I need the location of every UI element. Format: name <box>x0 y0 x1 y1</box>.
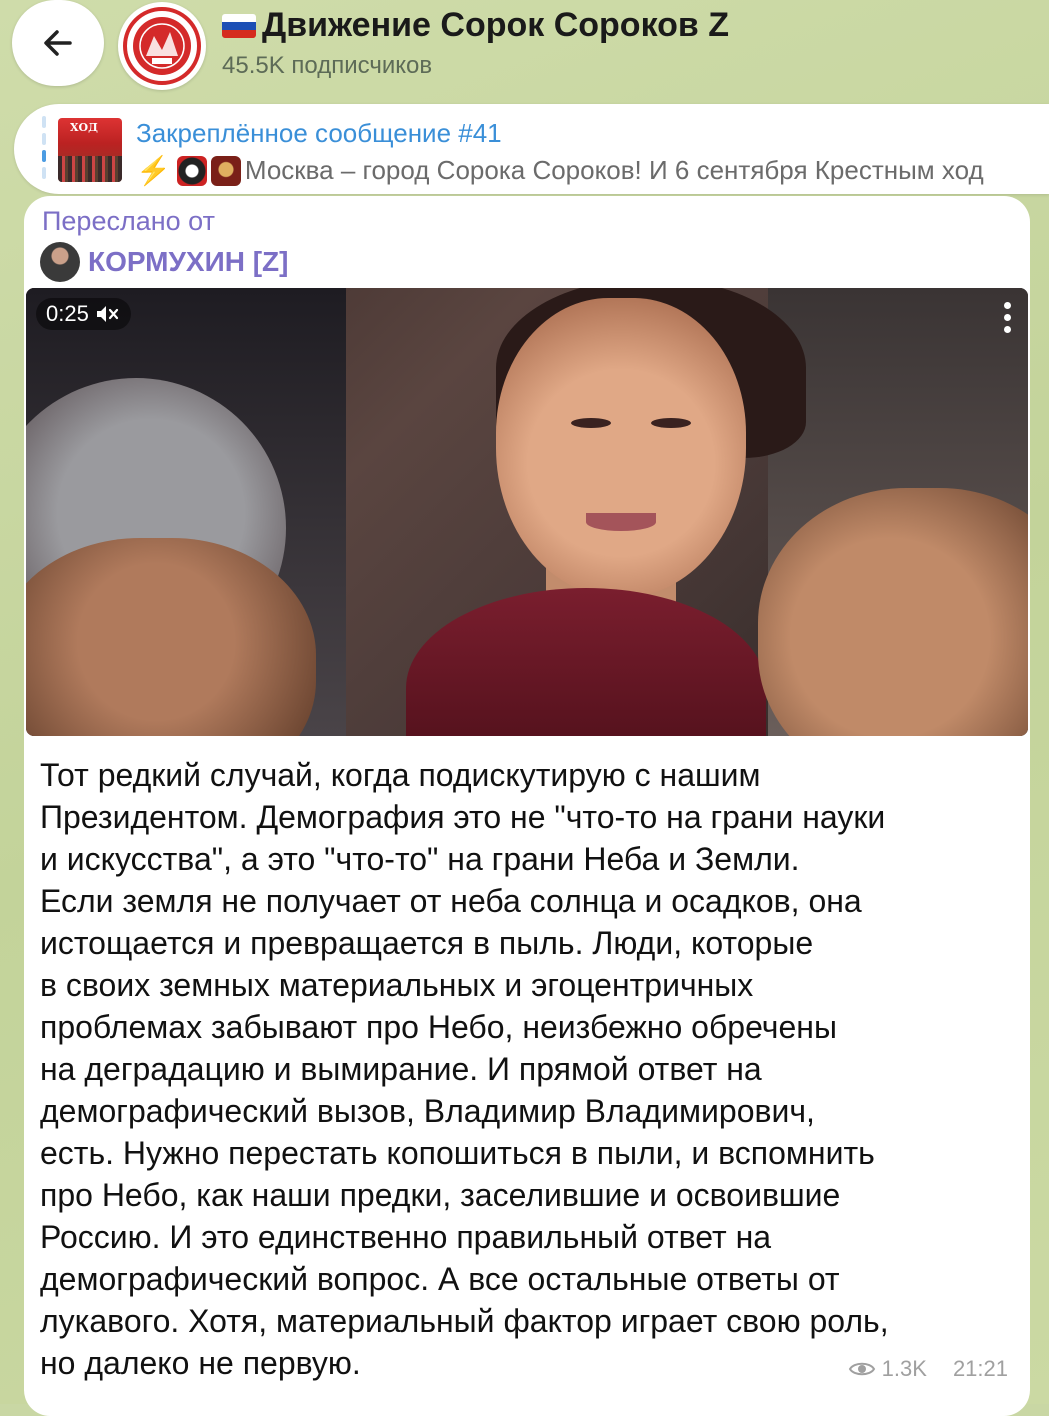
lightning-icon: ⚡ <box>136 155 171 186</box>
video-duration: 0:25 <box>46 301 89 326</box>
message-text: Тот редкий случай, когда подискутирую с … <box>40 754 1025 1384</box>
pinned-preview: ⚡ Москва – город Сорока Сороков! И 6 сен… <box>136 154 984 187</box>
message-line: Если земля не получает от неба солнца и … <box>40 883 862 919</box>
back-button[interactable] <box>12 0 104 86</box>
forwarded-source[interactable]: КОРМУХИН [Z] <box>40 242 288 282</box>
speaker-muted-icon <box>96 306 118 322</box>
message-line: и искусства", а это "что-то" на грани Не… <box>40 841 800 877</box>
russia-flag-icon <box>222 13 256 38</box>
pinned-title: Закреплённое сообщение #41 <box>136 118 502 148</box>
message-line: про Небо, как наши предки, заселившие и … <box>40 1177 841 1213</box>
forwarded-avatar <box>40 242 80 282</box>
message-bubble[interactable]: Переслано от КОРМУХИН [Z] 0:25 Тот редки… <box>24 196 1030 1416</box>
pinned-message-bar[interactable]: ХОД Закреплённое сообщение #41 ⚡ Москва … <box>14 104 1049 194</box>
message-line: проблемах забывают про Небо, неизбежно о… <box>40 1009 837 1045</box>
message-line: на деградацию и вымирание. И прямой отве… <box>40 1051 762 1087</box>
arrow-left-icon <box>44 30 72 56</box>
channel-logo-icon <box>123 7 201 85</box>
channel-name: Движение Сорок Сороков Z <box>262 6 730 44</box>
message-line: лукавого. Хотя, материальный фактор игра… <box>40 1303 889 1339</box>
pinned-thumbnail: ХОД <box>58 118 122 182</box>
video-duration-badge[interactable]: 0:25 <box>36 298 131 330</box>
message-line: демографический вызов, Владимир Владимир… <box>40 1093 815 1129</box>
view-count: 1.3K <box>881 1356 927 1381</box>
message-line: есть. Нужно перестать копошиться в пыли,… <box>40 1135 875 1171</box>
pinned-indicator <box>42 116 46 180</box>
emblem-icon <box>176 155 207 186</box>
forwarded-name: КОРМУХИН [Z] <box>88 246 289 277</box>
message-meta: 1.3K 21:21 <box>848 1356 1008 1382</box>
pinned-text: Москва – город Сорока Сороков! И 6 сентя… <box>244 155 984 185</box>
message-line: демографический вопрос. А все остальные … <box>40 1261 840 1297</box>
icon-saint-icon <box>210 155 241 186</box>
message-line: в своих земных материальных и эгоцентрич… <box>40 967 754 1003</box>
message-line: Россию. И это единственно правильный отв… <box>40 1219 772 1255</box>
message-time: 21:21 <box>952 1356 1008 1381</box>
message-line: истощается и превращается в пыль. Люди, … <box>40 925 814 961</box>
channel-avatar[interactable] <box>118 2 206 90</box>
channel-title[interactable]: Движение Сорок Сороков Z <box>222 6 729 45</box>
video-player[interactable]: 0:25 <box>26 288 1028 736</box>
subscriber-count: 45.5K подписчиков <box>222 52 433 79</box>
forwarded-label: Переслано от <box>42 206 215 236</box>
message-line: Президентом. Демография это не "что-то н… <box>40 799 886 835</box>
eye-icon <box>848 1362 875 1376</box>
more-vertical-icon[interactable] <box>1004 302 1014 338</box>
chat-header: Движение Сорок Сороков Z 45.5K подписчик… <box>0 0 1049 96</box>
message-line: Тот редкий случай, когда подискутирую с … <box>40 757 761 793</box>
